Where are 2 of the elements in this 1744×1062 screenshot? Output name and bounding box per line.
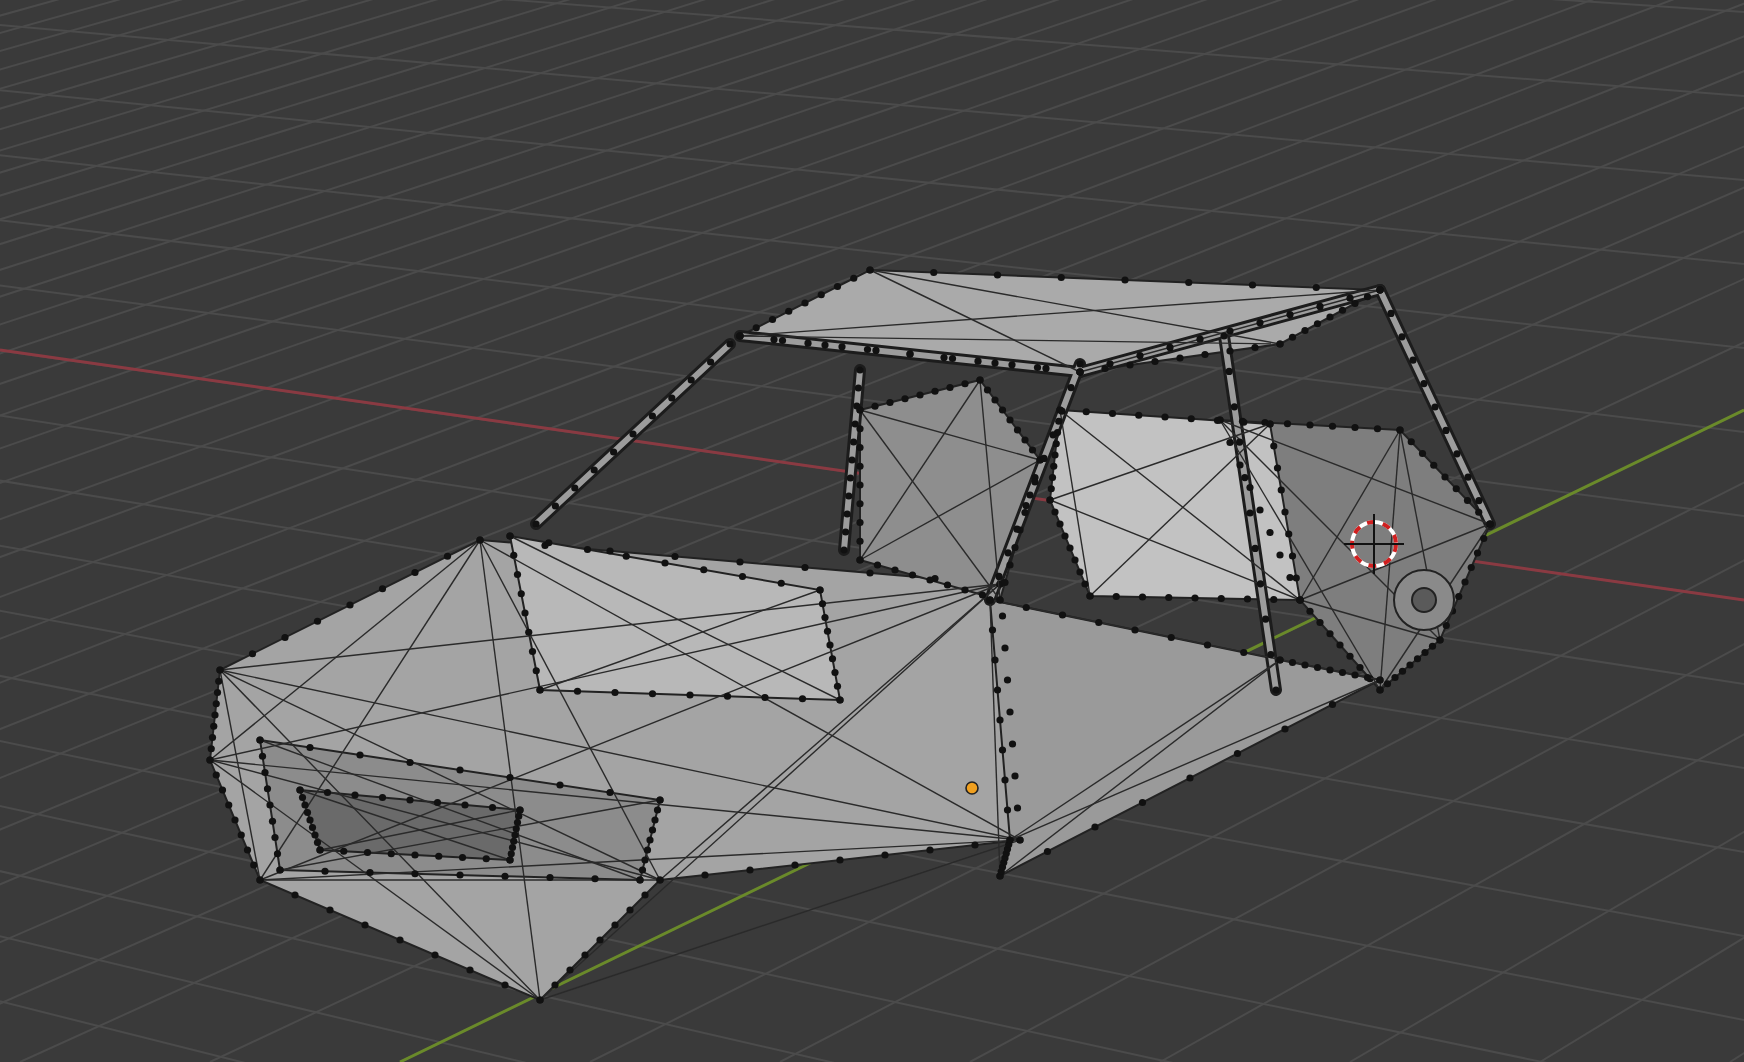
origin-point-icon	[965, 781, 979, 795]
3d-cursor-icon	[1343, 513, 1405, 575]
